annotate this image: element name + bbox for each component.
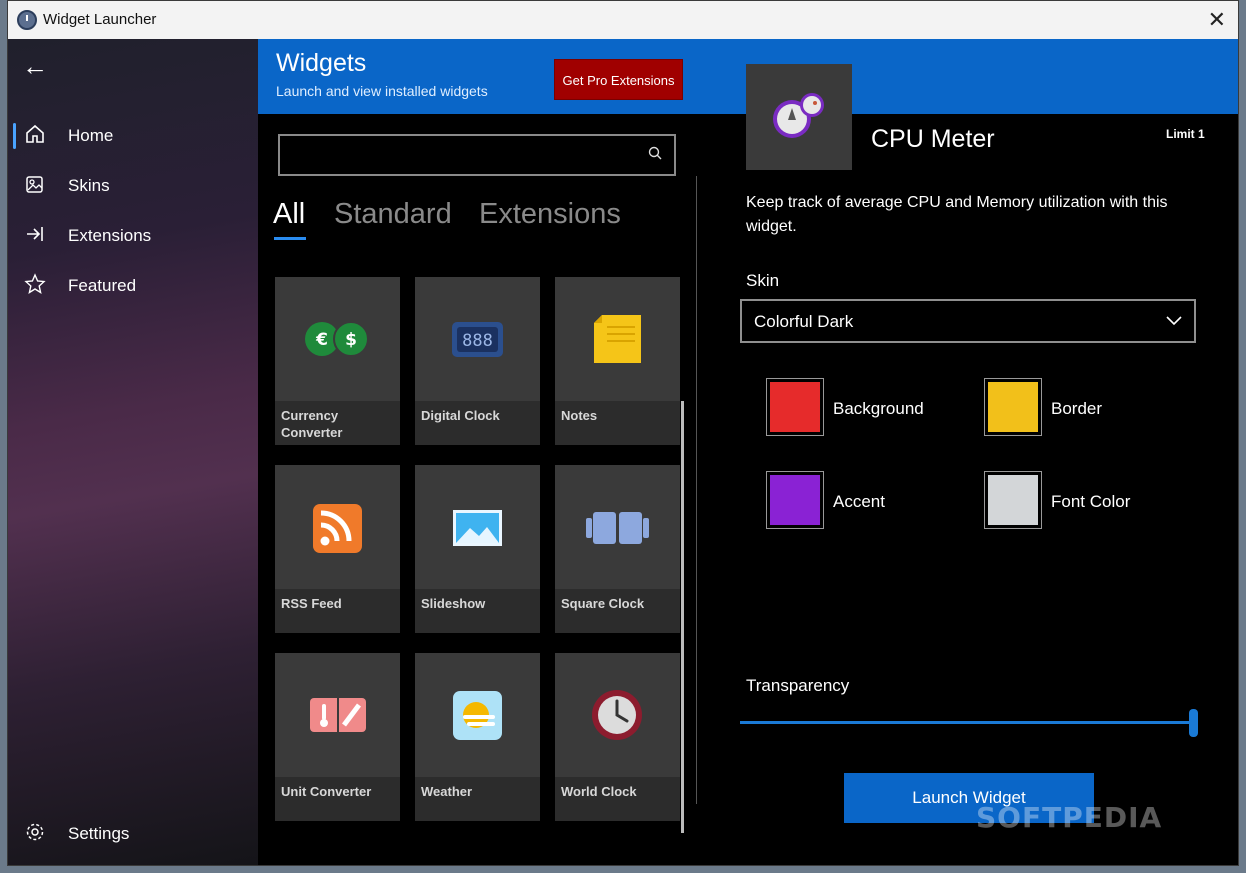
border-color-swatch[interactable] — [984, 378, 1042, 436]
widget-name: Weather — [421, 784, 473, 799]
rss-icon — [275, 465, 400, 589]
widget-tile-notes[interactable]: Notes — [555, 277, 680, 445]
widget-tile-digital-clock[interactable]: 888 Digital Clock — [415, 277, 540, 445]
skin-label: Skin — [746, 271, 780, 290]
widget-tile-currency-converter[interactable]: € $ Currency Converter — [275, 277, 400, 445]
widget-tile-weather[interactable]: Weather — [415, 653, 540, 821]
widget-name: Notes — [561, 408, 598, 423]
title-bar: Widget Launcher ✕ — [8, 1, 1238, 39]
gear-icon — [24, 821, 46, 843]
panel-divider — [696, 176, 697, 804]
sidebar: ← Home Skins Extensions Featured Setting… — [8, 39, 258, 865]
skins-icon — [24, 173, 46, 195]
swatch-fill — [770, 382, 820, 432]
sidebar-item-featured[interactable]: Featured — [8, 265, 258, 305]
app-window: Widget Launcher ✕ ← Home Skins Extension… — [7, 0, 1239, 866]
sidebar-item-settings[interactable]: Settings — [8, 813, 258, 853]
softpedia-watermark: SOFTPEDIA — [976, 801, 1163, 834]
font-color-label: Font Color — [1051, 492, 1131, 511]
widget-name: Square Clock — [561, 596, 645, 611]
sidebar-item-home[interactable]: Home — [8, 115, 258, 155]
widget-list-scrollbar[interactable] — [681, 401, 684, 833]
search-icon — [648, 146, 662, 164]
notes-icon — [555, 277, 680, 401]
widget-name: Slideshow — [421, 596, 486, 611]
slider-thumb[interactable] — [1189, 709, 1198, 737]
sidebar-item-extensions[interactable]: Extensions — [8, 215, 258, 255]
transparency-label: Transparency — [746, 676, 850, 695]
accent-color-label: Accent — [833, 492, 885, 511]
sidebar-item-label: Extensions — [68, 226, 152, 245]
sidebar-item-label: Skins — [68, 176, 110, 195]
extensions-icon — [24, 223, 46, 245]
page-subtitle: Launch and view installed widgets — [276, 83, 488, 99]
transparency-slider[interactable] — [740, 707, 1198, 739]
sidebar-item-label: Home — [68, 126, 114, 145]
currency-icon: € $ — [275, 277, 400, 401]
page-title: Widgets — [276, 49, 367, 77]
unit-converter-icon — [275, 653, 400, 777]
widget-name: RSS Feed — [281, 596, 342, 611]
svg-text:$: $ — [345, 330, 357, 350]
tab-standard[interactable]: Standard — [334, 198, 452, 231]
sidebar-item-skins[interactable]: Skins — [8, 165, 258, 205]
get-pro-extensions-button[interactable]: Get Pro Extensions — [554, 59, 683, 100]
background-color-label: Background — [833, 399, 924, 418]
search-input[interactable] — [278, 134, 676, 176]
world-clock-icon — [555, 653, 680, 777]
widget-name: Digital Clock — [421, 408, 500, 423]
tab-all[interactable]: All — [273, 198, 305, 231]
widget-tile-world-clock[interactable]: World Clock — [555, 653, 680, 821]
accent-color-swatch[interactable] — [766, 471, 824, 529]
svg-text:888: 888 — [462, 331, 493, 351]
close-icon[interactable]: ✕ — [1208, 7, 1226, 33]
back-arrow-icon[interactable]: ← — [22, 51, 48, 82]
swatch-fill — [988, 382, 1038, 432]
app-clock-icon — [17, 10, 37, 30]
chevron-down-icon — [1164, 307, 1184, 327]
border-color-label: Border — [1051, 399, 1103, 418]
square-clock-icon — [555, 465, 680, 589]
skin-select[interactable]: Colorful Dark — [740, 299, 1196, 343]
svg-text:€: € — [315, 330, 328, 350]
widget-limit-label: Limit 1 — [1166, 127, 1205, 141]
widget-name: World Clock — [561, 784, 637, 799]
swatch-fill — [988, 475, 1038, 525]
sidebar-item-label: Featured — [68, 276, 137, 295]
widgets-header: Widgets Launch and view installed widget… — [258, 39, 698, 114]
swatch-fill — [770, 475, 820, 525]
tab-extensions[interactable]: Extensions — [479, 198, 621, 231]
slider-track — [740, 721, 1189, 724]
star-icon — [24, 273, 46, 295]
widget-name: Unit Converter — [281, 784, 372, 799]
widget-tile-square-clock[interactable]: Square Clock — [555, 465, 680, 633]
widget-tile-unit-converter[interactable]: Unit Converter — [275, 653, 400, 821]
weather-icon — [415, 653, 540, 777]
widget-tile-slideshow[interactable]: Slideshow — [415, 465, 540, 633]
cpu-meter-thumbnail — [746, 64, 852, 170]
home-icon — [24, 123, 46, 145]
font-color-swatch[interactable] — [984, 471, 1042, 529]
widget-detail-title: CPU Meter — [871, 125, 995, 153]
window-title: Widget Launcher — [43, 11, 157, 28]
slideshow-icon — [415, 465, 540, 589]
skin-selected-value: Colorful Dark — [754, 312, 854, 331]
digital-clock-icon: 888 — [415, 277, 540, 401]
widget-name: Currency Converter — [281, 408, 343, 440]
background-color-swatch[interactable] — [766, 378, 824, 436]
widget-description: Keep track of average CPU and Memory uti… — [746, 194, 1168, 235]
widget-tile-rss-feed[interactable]: RSS Feed — [275, 465, 400, 633]
active-tab-indicator — [274, 237, 306, 240]
settings-label: Settings — [68, 824, 130, 843]
